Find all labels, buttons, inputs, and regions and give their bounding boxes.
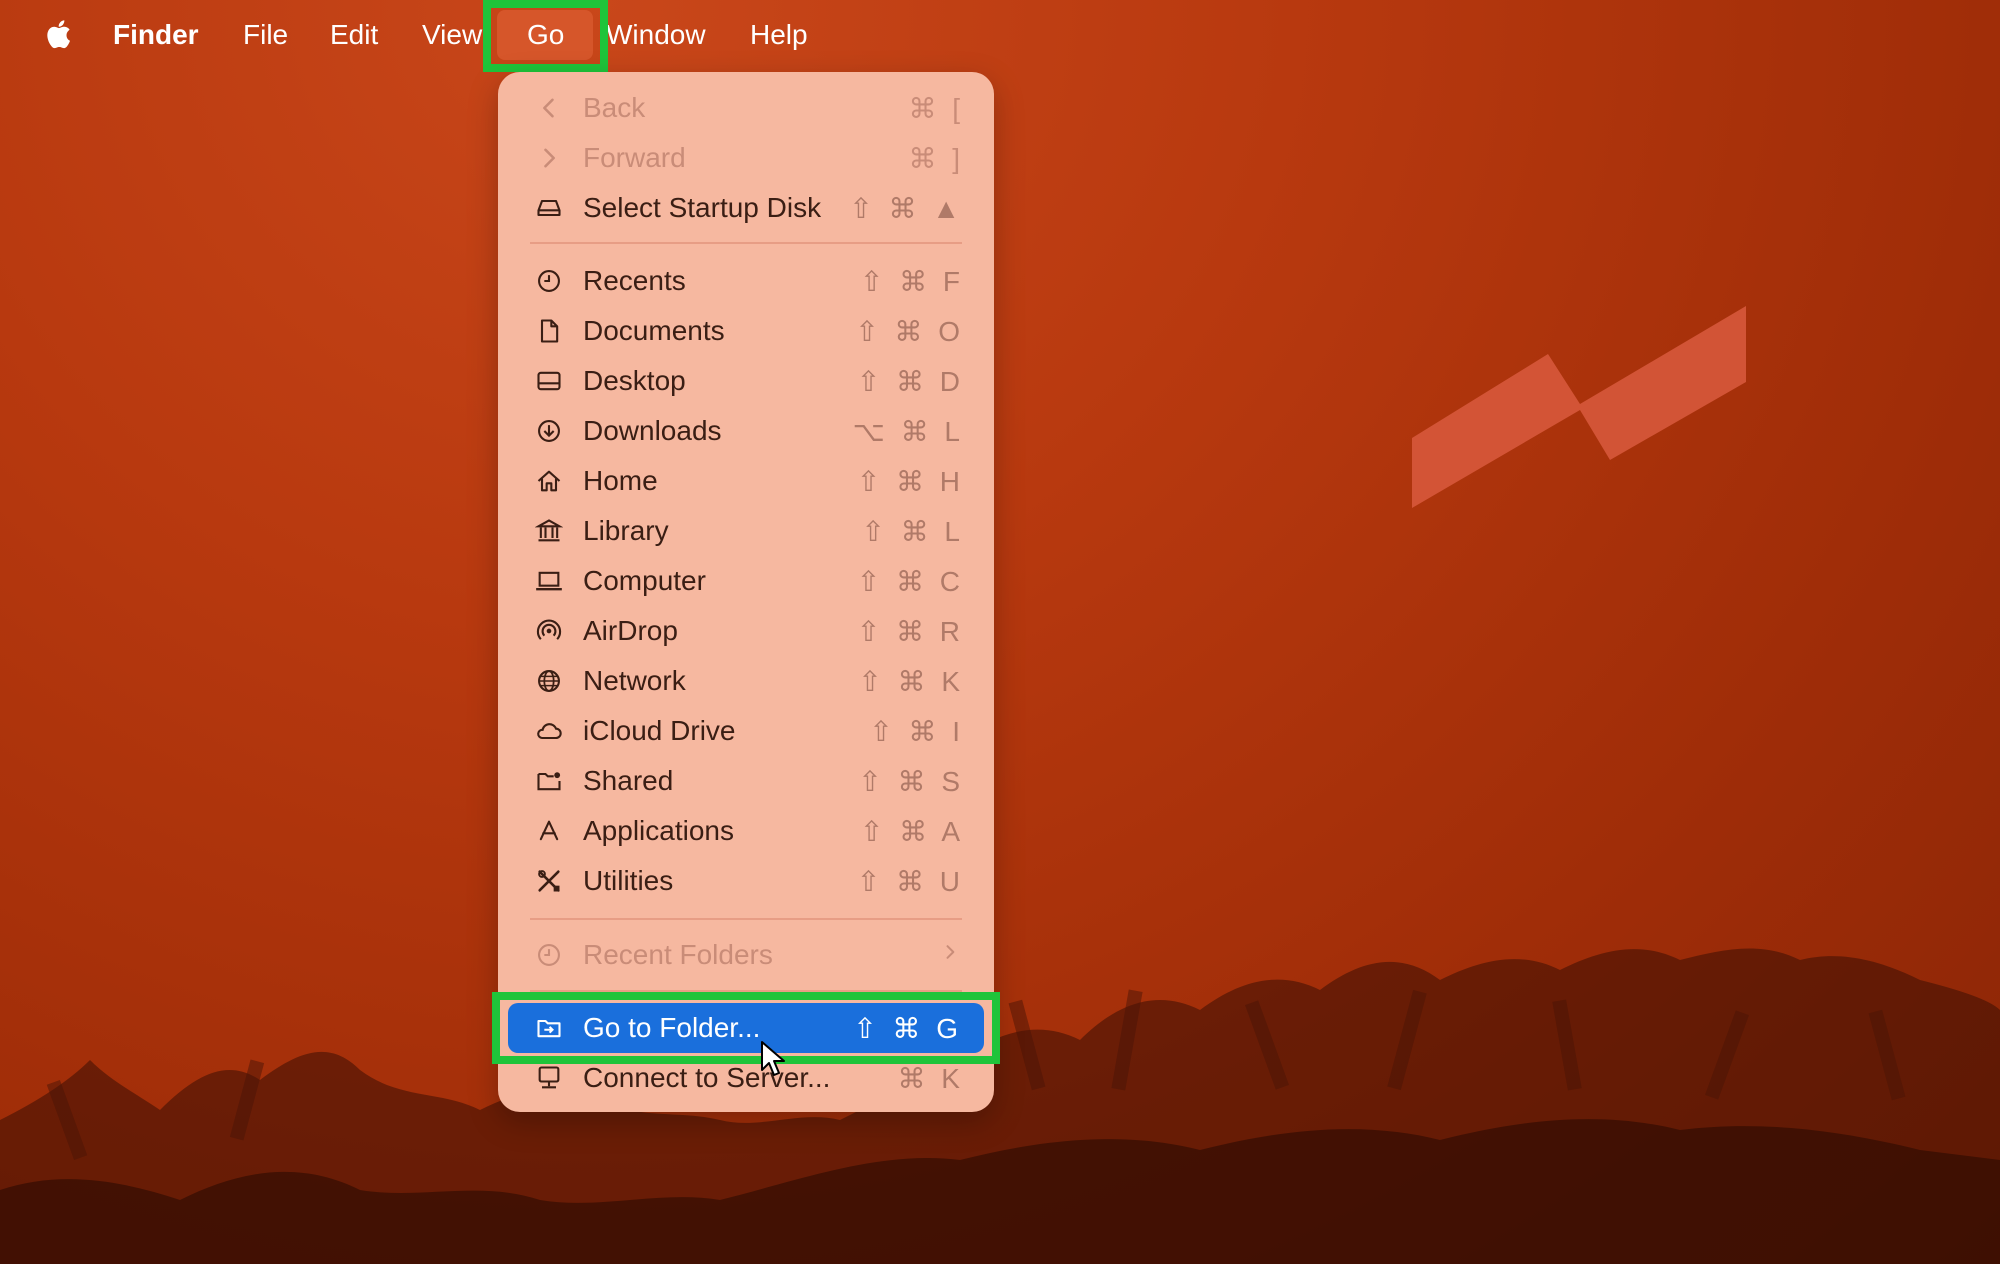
menu-item-label: Library [583, 515, 669, 546]
chevron-left-icon [534, 93, 564, 123]
menu-item-library[interactable]: Library ⇧ ⌘ L [498, 506, 994, 556]
applications-icon [534, 816, 564, 846]
menu-item-label: Home [583, 465, 658, 496]
menu-item-label: AirDrop [583, 615, 678, 646]
menu-item-shortcut: ⇧ ⌘ H [856, 465, 964, 497]
chevron-right-icon [534, 143, 564, 173]
tools-icon [534, 866, 564, 896]
disk-icon [534, 193, 564, 223]
menu-item-shortcut: ⌘ K [897, 1062, 964, 1094]
menu-item-shortcut: ⌘ ] [908, 142, 964, 174]
menu-item-label: Downloads [583, 415, 722, 446]
crowd-silhouette [0, 948, 2000, 1264]
menu-item-label: Recent Folders [583, 939, 773, 970]
menu-item-label: Documents [583, 315, 725, 346]
menu-item-label: Applications [583, 815, 734, 846]
menu-item-shared[interactable]: Shared ⇧ ⌘ S [498, 756, 994, 806]
menu-item-shortcut: ⇧ ⌘ A [859, 815, 964, 847]
menu-item-label: Connect to Server... [583, 1062, 831, 1093]
menu-help[interactable]: Help [750, 0, 808, 70]
laptop-icon [534, 566, 564, 596]
menu-item-label: Recents [583, 265, 686, 296]
menu-item-label: Computer [583, 565, 706, 596]
menu-item-label: Network [583, 665, 686, 696]
menu-item-label: Forward [583, 142, 686, 173]
clock-icon [534, 940, 564, 970]
go-to-folder-highlight-outline [492, 992, 1000, 1064]
menu-separator [530, 242, 962, 244]
cloud-icon [534, 716, 564, 746]
menu-item-label: Select Startup Disk [583, 192, 822, 223]
airdrop-icon [534, 616, 564, 646]
go-menu-highlight-outline [483, 0, 608, 72]
menu-item-label: Back [583, 92, 646, 123]
shared-folder-icon [534, 766, 564, 796]
menu-item-shortcut: ⇧ ⌘ ▲ [849, 192, 964, 224]
go-menu-dropdown: Back ⌘ [ Forward ⌘ ] Select Startup Disk… [498, 72, 994, 1112]
menu-item-shortcut: ⇧ ⌘ O [855, 315, 964, 347]
menu-item-recent-folders[interactable]: Recent Folders [498, 930, 994, 980]
menu-item-shortcut: ⇧ ⌘ U [856, 865, 964, 897]
menu-item-forward[interactable]: Forward ⌘ ] [498, 133, 994, 183]
menu-item-label: iCloud Drive [583, 715, 736, 746]
menu-view[interactable]: View [422, 0, 482, 70]
menu-file[interactable]: File [243, 0, 288, 70]
mouse-pointer-icon [761, 1041, 785, 1076]
menu-item-shortcut: ⇧ ⌘ C [856, 565, 964, 597]
menu-item-select-startup-disk[interactable]: Select Startup Disk ⇧ ⌘ ▲ [498, 183, 994, 233]
menu-edit[interactable]: Edit [330, 0, 378, 70]
menu-item-shortcut: ⇧ ⌘ F [859, 265, 964, 297]
menu-separator [530, 918, 962, 920]
download-icon [534, 416, 564, 446]
menu-item-shortcut: ⇧ ⌘ S [858, 765, 964, 797]
menu-item-home[interactable]: Home ⇧ ⌘ H [498, 456, 994, 506]
library-icon [534, 516, 564, 546]
menu-item-shortcut: ⇧ ⌘ K [858, 665, 964, 697]
menu-item-applications[interactable]: Applications ⇧ ⌘ A [498, 806, 994, 856]
chevron-right-icon [940, 939, 960, 971]
menu-item-recents[interactable]: Recents ⇧ ⌘ F [498, 256, 994, 306]
desktop-icon [534, 366, 564, 396]
menu-item-back[interactable]: Back ⌘ [ [498, 83, 994, 133]
menu-item-utilities[interactable]: Utilities ⇧ ⌘ U [498, 856, 994, 906]
menu-window[interactable]: Window [606, 0, 706, 70]
menu-finder[interactable]: Finder [113, 0, 199, 70]
document-icon [534, 316, 564, 346]
apple-logo-icon[interactable] [42, 16, 72, 52]
menu-item-shortcut: ⇧ ⌘ L [861, 515, 964, 547]
menu-item-downloads[interactable]: Downloads ⌥ ⌘ L [498, 406, 994, 456]
menu-item-label: Shared [583, 765, 674, 796]
server-icon [534, 1063, 564, 1093]
menu-item-computer[interactable]: Computer ⇧ ⌘ C [498, 556, 994, 606]
menu-item-label: Desktop [583, 365, 686, 396]
clock-icon [534, 266, 564, 296]
menu-item-shortcut: ⌥ ⌘ L [852, 415, 964, 447]
menu-item-desktop[interactable]: Desktop ⇧ ⌘ D [498, 356, 994, 406]
menu-item-network[interactable]: Network ⇧ ⌘ K [498, 656, 994, 706]
menu-item-documents[interactable]: Documents ⇧ ⌘ O [498, 306, 994, 356]
menu-item-icloud-drive[interactable]: iCloud Drive ⇧ ⌘ I [498, 706, 994, 756]
menu-item-airdrop[interactable]: AirDrop ⇧ ⌘ R [498, 606, 994, 656]
menu-item-label: Utilities [583, 865, 674, 896]
menu-item-shortcut: ⇧ ⌘ I [869, 715, 964, 747]
menu-bar: Finder File Edit View Go Window Help [0, 0, 2000, 70]
home-icon [534, 466, 564, 496]
desktop-wallpaper [0, 0, 2000, 1264]
menu-item-shortcut: ⇧ ⌘ D [856, 365, 964, 397]
menu-item-shortcut: ⌘ [ [908, 92, 964, 124]
menu-item-shortcut: ⇧ ⌘ R [856, 615, 964, 647]
globe-icon [534, 666, 564, 696]
